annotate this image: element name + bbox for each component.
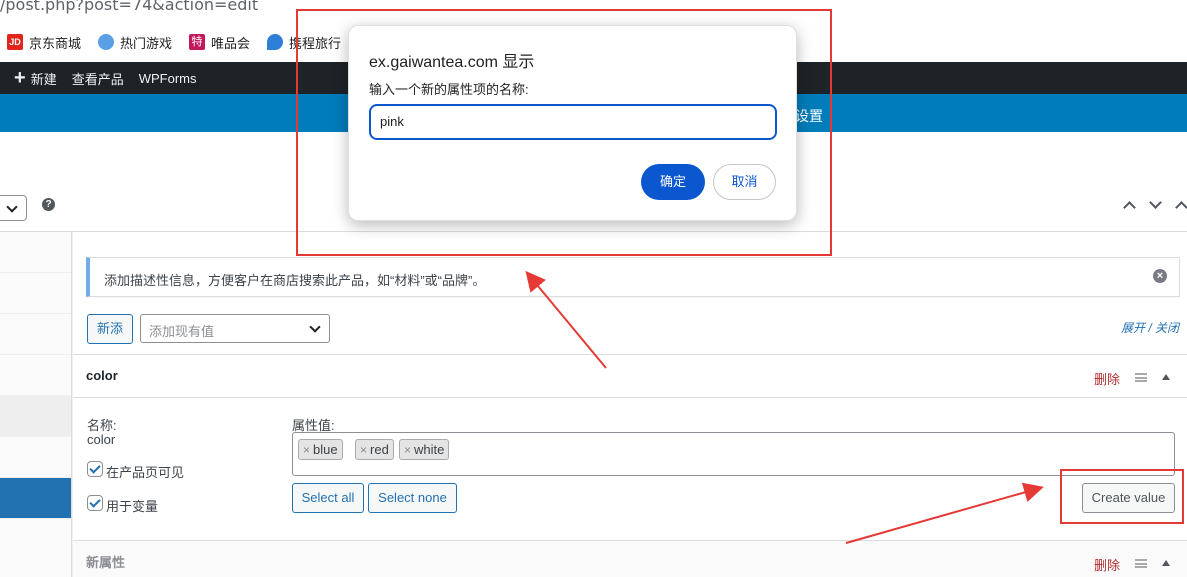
annotation-arrow-create (845, 482, 1044, 544)
screen: /post.php?post=74&action=edit JD 京东商城 热门… (0, 0, 1187, 577)
annotation-arrows (525, 270, 1044, 544)
annotation-arrow-notice (525, 270, 607, 369)
